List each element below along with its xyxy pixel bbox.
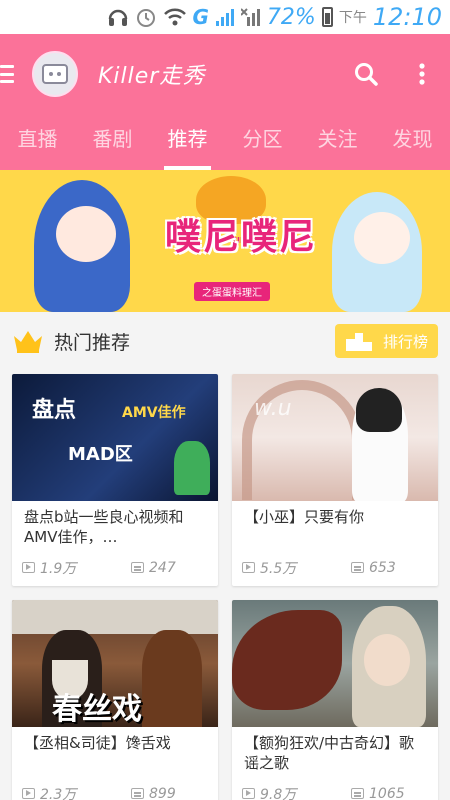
video-card[interactable]: 盘点 AMV佳作 MAD区 盘点b站一些良心视频和AMV佳作，… 1.9万 24… <box>12 374 218 586</box>
video-stats: 5.5万 653 <box>232 549 438 586</box>
thumb-banner <box>12 600 218 634</box>
tab-bangumi[interactable]: 番剧 <box>75 114 150 170</box>
video-stats: 1.9万 247 <box>12 549 218 586</box>
tab-category[interactable]: 分区 <box>225 114 300 170</box>
tab-bar: 直播 番剧 推荐 分区 关注 发现 <box>0 114 450 170</box>
banner-character-right-face <box>354 212 410 264</box>
video-title[interactable]: 【丞相&司徒】馋舌戏 <box>12 727 218 775</box>
menu-icon[interactable] <box>0 65 14 83</box>
play-count-icon <box>22 788 35 799</box>
video-title[interactable]: 盘点b站一些良心视频和AMV佳作，… <box>12 501 218 549</box>
video-grid: 盘点 AMV佳作 MAD区 盘点b站一些良心视频和AMV佳作，… 1.9万 24… <box>12 374 438 800</box>
video-title[interactable]: 【小巫】只要有你 <box>232 501 438 549</box>
battery-icon <box>321 7 333 27</box>
danmaku-count: 653 <box>319 560 428 576</box>
tab-live[interactable]: 直播 <box>0 114 75 170</box>
podium-icon <box>345 333 372 351</box>
thumb-figure-hair <box>356 388 402 432</box>
search-icon <box>355 63 378 86</box>
thumb-dragon <box>232 610 342 710</box>
thumb-text: MAD区 <box>68 444 133 465</box>
view-count-value: 5.5万 <box>260 560 297 577</box>
thumb-figure <box>174 441 210 495</box>
search-button[interactable] <box>348 56 384 92</box>
banner-character-left-face <box>56 206 116 262</box>
banner-title: 噗尼噗尼 <box>164 217 317 258</box>
wifi-icon <box>163 7 187 27</box>
view-count: 2.3万 <box>22 784 99 800</box>
video-card[interactable]: w.u 【小巫】只要有你 5.5万 653 <box>232 374 438 586</box>
danmaku-count: 247 <box>99 560 208 576</box>
danmaku-count-value: 247 <box>149 559 176 576</box>
thumb-text: 春丝戏 <box>52 692 142 727</box>
avatar[interactable] <box>32 51 78 97</box>
thumb-text: w.u <box>254 396 292 421</box>
headset-icon <box>107 6 129 28</box>
network-type-label: G <box>192 5 209 29</box>
header-top-row: Killer走秀 <box>0 34 450 114</box>
thumb-figure-face <box>364 634 410 686</box>
play-count-icon <box>242 562 255 573</box>
no-signal-icon <box>240 7 261 27</box>
signal-icon <box>215 7 235 27</box>
danmaku-icon <box>351 562 364 573</box>
tab-follow[interactable]: 关注 <box>300 114 375 170</box>
ranking-label: 排行榜 <box>382 332 428 351</box>
view-count-value: 1.9万 <box>40 560 77 577</box>
battery-percent: 72% <box>266 4 316 30</box>
play-count-icon <box>22 562 35 573</box>
promo-banner[interactable]: PUNIPUNI 噗尼噗尼 之蛋蛋料理汇 <box>0 170 450 312</box>
danmaku-icon <box>131 788 144 799</box>
video-stats: 2.3万 899 <box>12 775 218 800</box>
video-card[interactable]: 春丝戏 【丞相&司徒】馋舌戏 2.3万 899 <box>12 600 218 800</box>
danmaku-count: 899 <box>99 786 208 800</box>
thumb-text: 盘点 <box>32 398 77 423</box>
danmaku-count-value: 653 <box>369 559 396 576</box>
ranking-button[interactable]: 排行榜 <box>334 324 438 358</box>
view-count: 1.9万 <box>22 558 99 578</box>
more-vert-icon <box>419 63 425 85</box>
video-thumbnail[interactable]: 春丝戏 <box>12 600 218 727</box>
tab-discover[interactable]: 发现 <box>375 114 450 170</box>
danmaku-count: 1065 <box>319 786 428 800</box>
ampm-label: 下午 <box>338 10 367 26</box>
thumb-text: AMV佳作 <box>122 405 186 421</box>
danmaku-count-value: 899 <box>149 785 176 800</box>
more-button[interactable] <box>404 56 440 92</box>
play-count-icon <box>242 788 255 799</box>
username[interactable]: Killer走秀 <box>98 58 328 90</box>
clock: 12:10 <box>372 3 442 31</box>
section-title: 热门推荐 <box>54 331 131 354</box>
view-count-value: 9.8万 <box>260 786 297 800</box>
crown-icon <box>14 331 42 353</box>
video-thumbnail[interactable] <box>232 600 438 727</box>
danmaku-icon <box>351 788 364 799</box>
status-bar: G 72% 下午 12:10 <box>0 0 450 34</box>
video-card[interactable]: 【额狗狂欢/中古奇幻】歌谣之歌 9.8万 1065 <box>232 600 438 800</box>
view-count: 5.5万 <box>242 558 319 578</box>
video-stats: 9.8万 1065 <box>232 775 438 800</box>
alarm-icon <box>135 6 157 28</box>
banner-subtitle: 之蛋蛋料理汇 <box>194 282 270 301</box>
video-thumbnail[interactable]: 盘点 AMV佳作 MAD区 <box>12 374 218 501</box>
video-title[interactable]: 【额狗狂欢/中古奇幻】歌谣之歌 <box>232 727 438 775</box>
danmaku-count-value: 1065 <box>369 785 405 800</box>
section-header: 热门推荐 排行榜 <box>0 312 450 370</box>
view-count-value: 2.3万 <box>40 786 77 800</box>
thumb-figure <box>142 630 202 727</box>
danmaku-icon <box>131 562 144 573</box>
app-header: Killer走秀 直播 番剧 推荐 分区 关注 发现 <box>0 34 450 170</box>
view-count: 9.8万 <box>242 784 319 800</box>
tv-face-icon <box>42 64 68 84</box>
video-thumbnail[interactable]: w.u <box>232 374 438 501</box>
tab-recommend[interactable]: 推荐 <box>150 114 225 170</box>
